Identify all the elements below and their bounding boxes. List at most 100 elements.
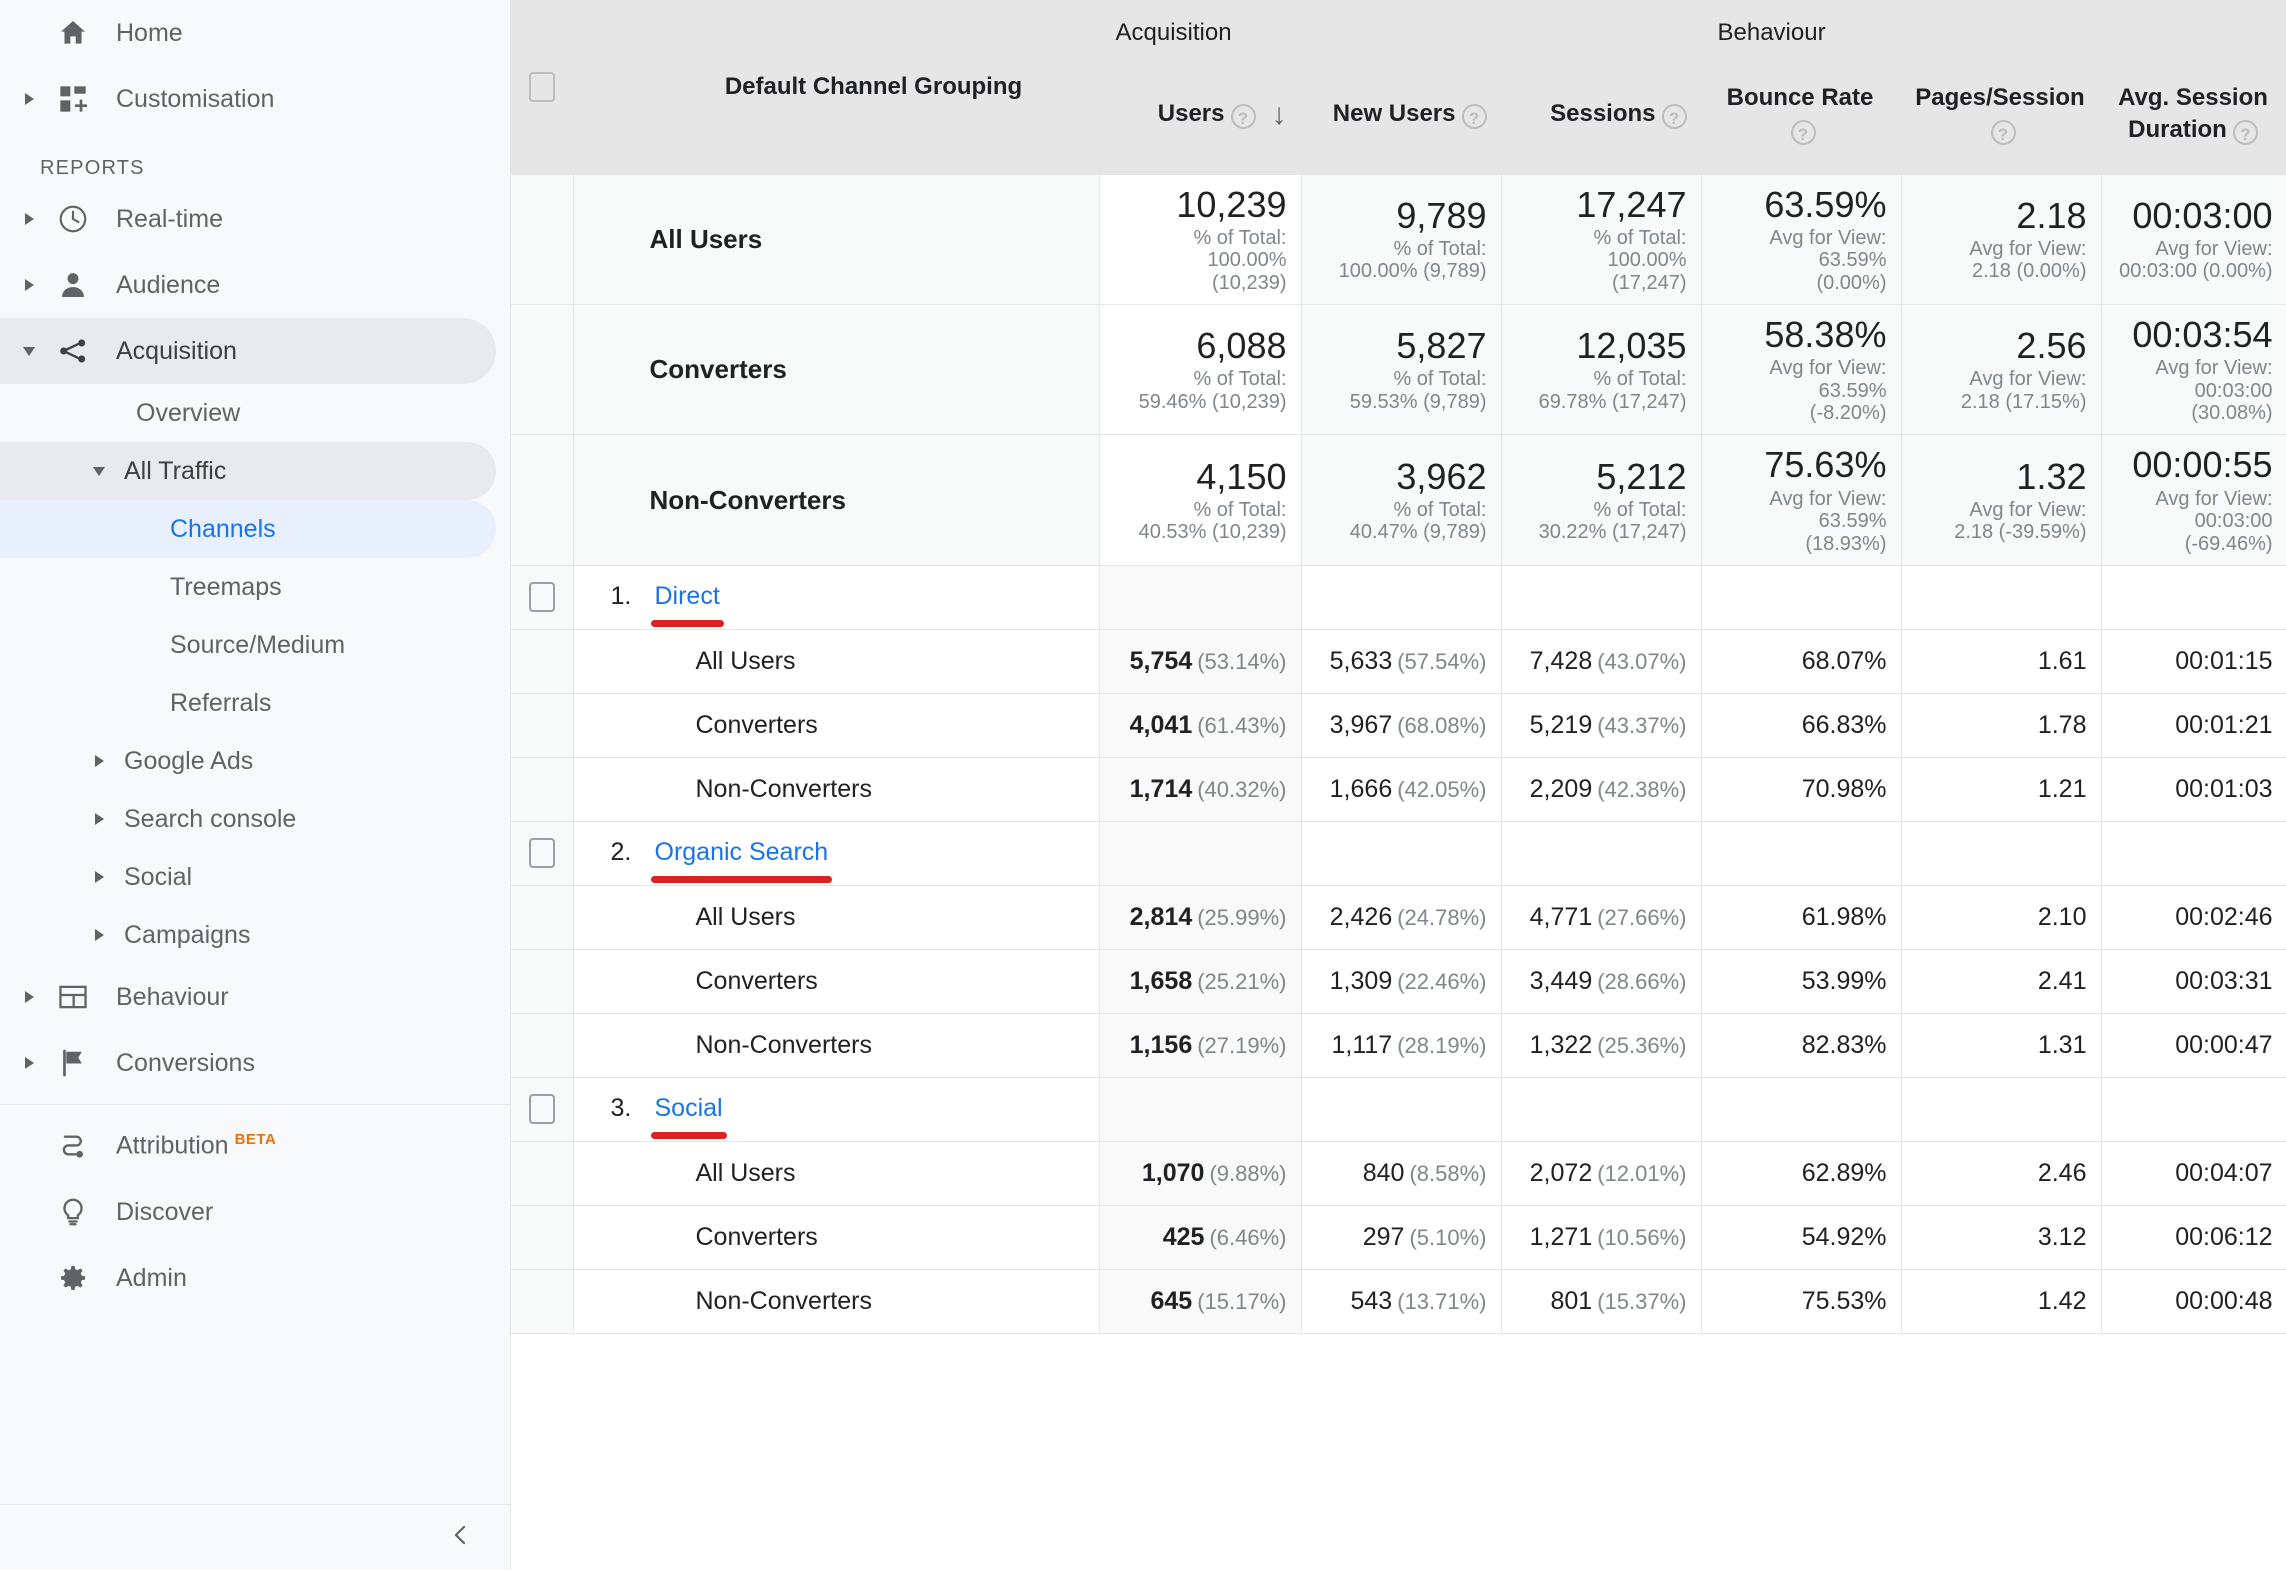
nav-item-admin[interactable]: Admin	[0, 1245, 510, 1311]
sidebar-item-campaigns[interactable]: Campaigns	[0, 906, 510, 964]
nav-item-real-time[interactable]: Real-time	[0, 186, 510, 252]
chevron-right-icon[interactable]	[95, 755, 104, 767]
chevron-right-icon[interactable]	[95, 871, 104, 883]
chevron-right-icon[interactable]	[95, 929, 104, 941]
cell-new-users: 1,117(28.19%)	[1301, 1013, 1501, 1077]
sidebar-item-treemaps[interactable]: Treemaps	[0, 558, 510, 616]
expand-arrow[interactable]	[86, 755, 112, 767]
channel-link-direct[interactable]: Direct	[655, 582, 720, 613]
nav-item-behaviour[interactable]: Behaviour	[0, 964, 510, 1030]
channel-header-row[interactable]: 2.Organic Search	[511, 821, 2286, 885]
select-all-checkbox[interactable]	[529, 72, 555, 102]
expand-arrow[interactable]	[12, 213, 46, 225]
channel-name-cell[interactable]: 2.Organic Search	[573, 821, 1099, 885]
help-icon[interactable]: ?	[1991, 120, 2016, 145]
sidebar-item-label: Source/Medium	[158, 631, 345, 660]
expand-arrow[interactable]	[12, 93, 46, 105]
column-header-bounce-rate[interactable]: Bounce Rate?	[1701, 66, 1901, 174]
segment-label: Non-Converters	[573, 1013, 1099, 1077]
chevron-right-icon[interactable]	[95, 813, 104, 825]
row-checkbox[interactable]	[529, 582, 555, 612]
expand-arrow[interactable]	[12, 347, 46, 356]
sidebar-item-google-ads[interactable]: Google Ads	[0, 732, 510, 790]
nav-item-conversions[interactable]: Conversions	[0, 1030, 510, 1096]
summary-row: Non-Converters4,150% of Total:40.53% (10…	[511, 435, 2286, 565]
cell-avg-duration: 00:03:31	[2101, 949, 2286, 1013]
channel-empty-newusers-cell	[1301, 1077, 1501, 1141]
summary-metric-value: 6,088	[1108, 326, 1287, 366]
channel-checkbox-cell[interactable]	[511, 821, 573, 885]
help-icon[interactable]: ?	[1231, 104, 1256, 129]
sort-descending-icon[interactable]: ↓	[1272, 100, 1287, 130]
chevron-right-icon[interactable]	[25, 991, 34, 1003]
expand-arrow[interactable]	[12, 1057, 46, 1069]
column-header-avg-session-duration[interactable]: Avg. SessionDuration?	[2101, 66, 2286, 174]
nav-item-home[interactable]: Home	[0, 0, 510, 66]
column-header-sessions[interactable]: Sessions?	[1501, 66, 1701, 174]
cell-pages-session: 1.42	[1901, 1269, 2101, 1333]
help-icon[interactable]: ?	[1791, 120, 1816, 145]
channel-header-row[interactable]: 3.Social	[511, 1077, 2286, 1141]
channel-name-cell[interactable]: 1.Direct	[573, 565, 1099, 629]
sidebar-item-all-traffic[interactable]: All Traffic	[0, 442, 496, 500]
column-header-users[interactable]: Users?↓	[1099, 66, 1301, 174]
sidebar-item-source-medium[interactable]: Source/Medium	[0, 616, 510, 674]
channel-checkbox-cell[interactable]	[511, 1077, 573, 1141]
chevron-down-icon[interactable]	[23, 347, 35, 356]
sidebar-item-overview[interactable]: Overview	[0, 384, 510, 442]
cell-sessions: 801(15.37%)	[1501, 1269, 1701, 1333]
dimension-column-header[interactable]: Default Channel Grouping	[573, 0, 1099, 174]
select-all-checkbox-cell[interactable]	[511, 0, 573, 174]
chevron-right-icon[interactable]	[25, 213, 34, 225]
nav-item-acquisition[interactable]: Acquisition	[0, 318, 496, 384]
nav-item-audience[interactable]: Audience	[0, 252, 510, 318]
sidebar-collapse-button[interactable]	[0, 1504, 510, 1570]
nav-item-discover[interactable]: Discover	[0, 1179, 510, 1245]
acquisition-share-icon	[46, 335, 100, 367]
chevron-right-icon[interactable]	[25, 93, 34, 105]
expand-arrow[interactable]	[86, 813, 112, 825]
chevron-down-icon[interactable]	[93, 467, 105, 476]
nav-item-attribution[interactable]: AttributionBETA	[0, 1113, 510, 1179]
row-checkbox[interactable]	[529, 838, 555, 868]
nav-item-customisation[interactable]: Customisation	[0, 66, 510, 132]
summary-metric-cell: 3,962% of Total:40.47% (9,789)	[1301, 435, 1501, 565]
chevron-right-icon[interactable]	[25, 279, 34, 291]
row-checkbox-spacer	[511, 1141, 573, 1205]
sidebar-item-channels[interactable]: Channels	[0, 500, 496, 558]
row-checkbox-spacer	[511, 1205, 573, 1269]
channel-link-social[interactable]: Social	[655, 1094, 723, 1125]
chevron-left-icon	[446, 1521, 474, 1554]
channel-name-cell[interactable]: 3.Social	[573, 1077, 1099, 1141]
row-checkbox-spacer	[511, 757, 573, 821]
channel-empty-users-cell	[1099, 565, 1301, 629]
summary-metric-value: 3,962	[1310, 457, 1487, 497]
cell-avg-duration: 00:01:15	[2101, 629, 2286, 693]
row-checkbox-cell	[511, 304, 573, 434]
help-icon[interactable]: ?	[1662, 104, 1687, 129]
expand-arrow[interactable]	[12, 279, 46, 291]
expand-arrow[interactable]	[86, 929, 112, 941]
column-header-pages-session[interactable]: Pages/Session?	[1901, 66, 2101, 174]
expand-arrow[interactable]	[86, 467, 112, 476]
chevron-right-icon[interactable]	[25, 1057, 34, 1069]
analytics-app: HomeCustomisationREPORTSReal-timeAudienc…	[0, 0, 2286, 1570]
help-icon[interactable]: ?	[1462, 104, 1487, 129]
cell-users: 1,714(40.32%)	[1099, 757, 1301, 821]
cell-new-users: 840(8.58%)	[1301, 1141, 1501, 1205]
cell-users: 1,070(9.88%)	[1099, 1141, 1301, 1205]
expand-arrow[interactable]	[86, 871, 112, 883]
segment-label: Non-Converters	[573, 1269, 1099, 1333]
sidebar-item-social[interactable]: Social	[0, 848, 510, 906]
column-header-new-users[interactable]: New Users?	[1301, 66, 1501, 174]
sidebar-item-label: Search console	[112, 805, 296, 834]
help-icon[interactable]: ?	[2233, 120, 2258, 145]
channel-header-row[interactable]: 1.Direct	[511, 565, 2286, 629]
cell-pages-session: 1.61	[1901, 629, 2101, 693]
channel-link-organic-search[interactable]: Organic Search	[655, 838, 829, 869]
sidebar-item-search-console[interactable]: Search console	[0, 790, 510, 848]
row-checkbox[interactable]	[529, 1094, 555, 1124]
expand-arrow[interactable]	[12, 991, 46, 1003]
channel-checkbox-cell[interactable]	[511, 565, 573, 629]
sidebar-item-referrals[interactable]: Referrals	[0, 674, 510, 732]
